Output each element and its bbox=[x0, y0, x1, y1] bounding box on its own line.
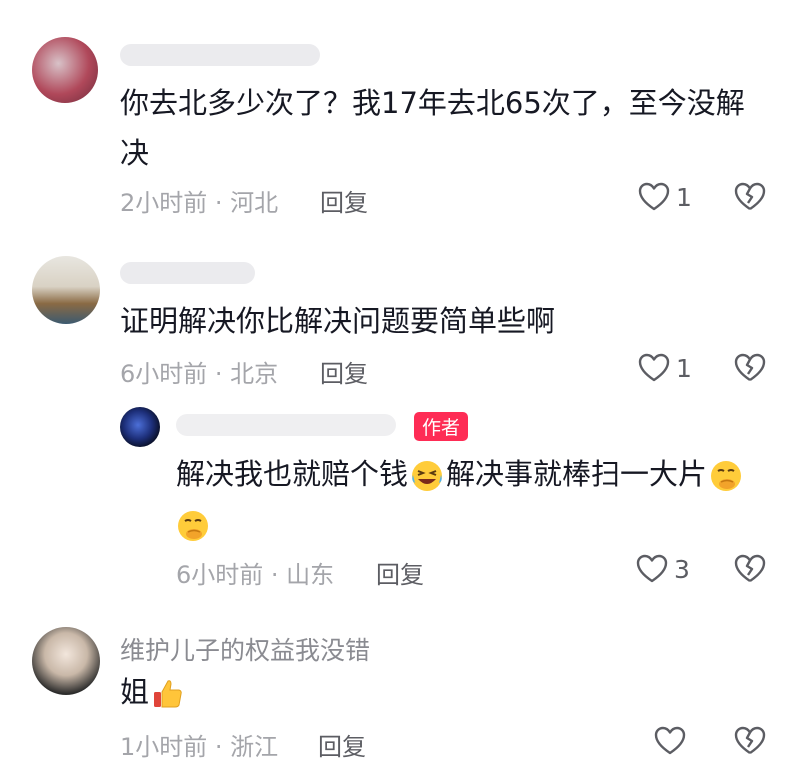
timestamp: 2小时前 bbox=[120, 189, 208, 217]
username-redacted bbox=[120, 262, 255, 284]
broken-heart-icon bbox=[734, 353, 766, 381]
heart-icon bbox=[638, 182, 670, 211]
like-count: 1 bbox=[676, 353, 692, 383]
thumbs-up-emoji bbox=[154, 680, 182, 708]
location: 浙江 bbox=[230, 733, 279, 761]
like-button[interactable]: 3 bbox=[636, 554, 690, 584]
like-count: 3 bbox=[674, 554, 690, 584]
timestamp: 6小时前 bbox=[176, 561, 264, 589]
like-button[interactable]: 1 bbox=[638, 182, 692, 212]
username-redacted bbox=[120, 44, 320, 66]
comment-text: 姐 bbox=[120, 667, 187, 717]
comment-meta: 1小时前 · 浙江 bbox=[120, 733, 279, 761]
broken-heart-icon bbox=[734, 182, 766, 210]
smirking-hand-emoji bbox=[178, 511, 208, 541]
like-button[interactable]: 1 bbox=[638, 353, 692, 383]
avatar[interactable] bbox=[120, 407, 160, 447]
broken-heart-icon bbox=[734, 726, 766, 754]
heart-icon bbox=[636, 554, 668, 583]
timestamp: 6小时前 bbox=[120, 360, 208, 388]
broken-heart-icon bbox=[734, 554, 766, 582]
like-count: 1 bbox=[676, 182, 692, 212]
timestamp: 1小时前 bbox=[120, 733, 208, 761]
reply-button[interactable]: 回复 bbox=[320, 183, 368, 218]
comment-meta: 2小时前 · 河北 bbox=[120, 189, 279, 217]
reply-button[interactable]: 回复 bbox=[320, 354, 368, 389]
location: 山东 bbox=[286, 561, 335, 589]
comment-text: 你去北多少次了？我17年去北65次了，至今没解 决 bbox=[120, 86, 745, 170]
location: 河北 bbox=[230, 189, 279, 217]
comment-meta: 6小时前 · 山东 bbox=[176, 561, 335, 589]
like-button[interactable] bbox=[654, 726, 686, 756]
username[interactable]: 维护儿子的权益我没错 bbox=[120, 631, 370, 667]
dislike-button[interactable] bbox=[734, 353, 766, 383]
heart-icon bbox=[638, 353, 670, 382]
username-redacted bbox=[176, 414, 396, 436]
avatar[interactable] bbox=[32, 37, 98, 103]
dislike-button[interactable] bbox=[734, 182, 766, 212]
comment-text: 证明解决你比解决问题要简单些啊 bbox=[120, 304, 556, 338]
location: 北京 bbox=[230, 360, 279, 388]
laughing-crying-emoji bbox=[412, 461, 443, 491]
reply-button[interactable]: 回复 bbox=[376, 555, 424, 590]
dislike-button[interactable] bbox=[734, 726, 766, 756]
author-badge: 作者 bbox=[414, 412, 469, 441]
reply-button[interactable]: 回复 bbox=[318, 727, 366, 762]
avatar[interactable] bbox=[32, 256, 100, 324]
dislike-button[interactable] bbox=[734, 554, 766, 584]
avatar[interactable] bbox=[32, 627, 100, 695]
comment-meta: 6小时前 · 北京 bbox=[120, 360, 279, 388]
smirking-hand-emoji bbox=[711, 461, 742, 491]
comment-text: 解决我也就赔个钱 解决事就棒扫一大片 bbox=[176, 449, 776, 549]
heart-icon bbox=[654, 726, 686, 755]
